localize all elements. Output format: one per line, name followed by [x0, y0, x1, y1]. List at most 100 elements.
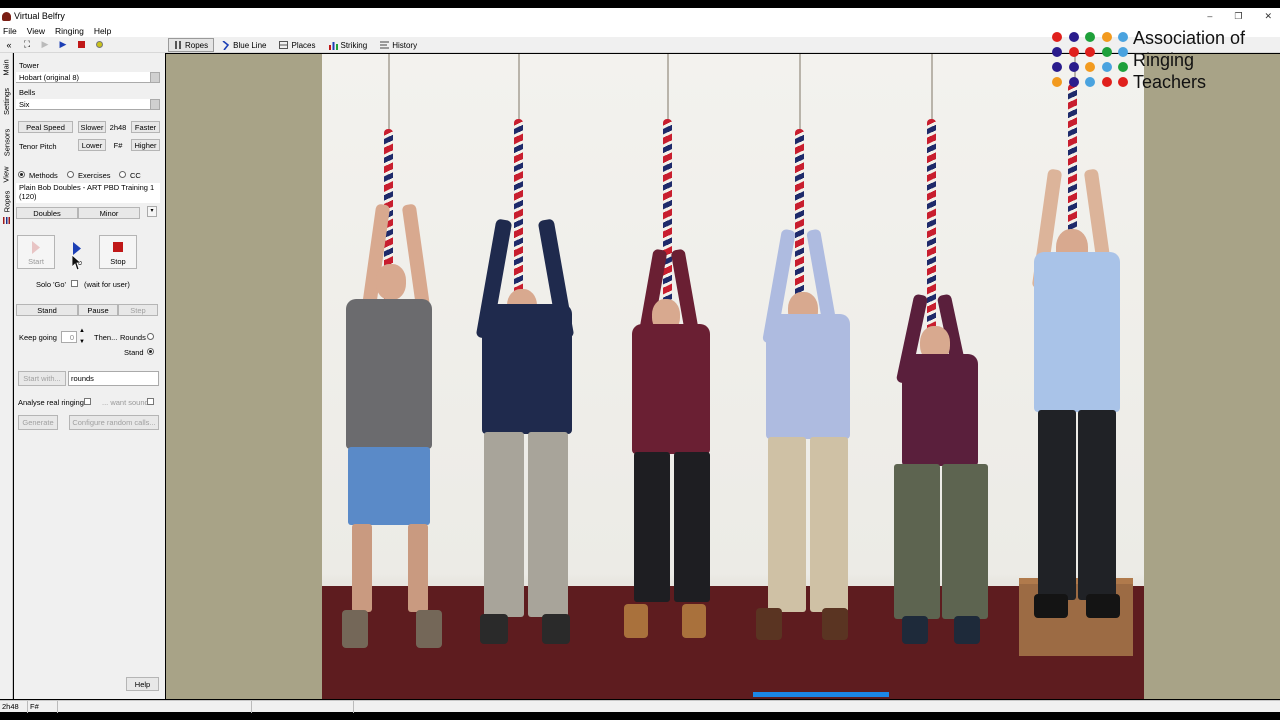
- minimize-icon[interactable]: –: [1207, 11, 1212, 21]
- solo-go-label: Solo 'Go': [36, 280, 66, 289]
- tab-ropes[interactable]: Ropes: [168, 38, 215, 52]
- minor-button[interactable]: Minor: [78, 207, 140, 219]
- help-button[interactable]: Help: [126, 677, 159, 691]
- then-stand-radio[interactable]: [147, 348, 154, 355]
- higher-button[interactable]: Higher: [131, 139, 160, 151]
- step-button: Step: [118, 304, 158, 316]
- keep-going-label: Keep going: [19, 333, 57, 342]
- analyse-label: Analyse real ringing: [18, 398, 84, 407]
- status-pitch: F#: [28, 700, 58, 713]
- pitch-value: F#: [113, 140, 123, 150]
- faster-button[interactable]: Faster: [131, 121, 160, 133]
- logo-dot: [1052, 62, 1062, 72]
- side-tab-main[interactable]: Main: [0, 55, 13, 79]
- tenor-pitch-label: Tenor Pitch: [19, 142, 57, 151]
- app-bell-icon: [2, 11, 11, 21]
- side-tab-ropes[interactable]: Ropes: [0, 187, 13, 215]
- history-icon: [380, 41, 390, 49]
- record-icon[interactable]: [90, 38, 108, 52]
- slower-button[interactable]: Slower: [78, 121, 106, 133]
- blue-line-icon: [222, 40, 230, 50]
- logo-line-2: Ringing: [1133, 50, 1195, 70]
- status-cell: [58, 700, 252, 713]
- tower-label: Tower: [19, 61, 40, 70]
- side-tabs: Main Settings Sensors View Ropes: [0, 53, 13, 699]
- tab-blue-line[interactable]: Blue Line: [217, 38, 271, 52]
- want-sound-label: ... want sound: [102, 398, 149, 407]
- menu-view[interactable]: View: [24, 26, 48, 36]
- fullscreen-icon[interactable]: ⛶: [18, 38, 36, 52]
- close-icon[interactable]: ✕: [1264, 11, 1272, 22]
- control-panel: Tower Hobart (original 8) Bells Six Peal…: [14, 53, 165, 699]
- peal-speed-button[interactable]: Peal Speed: [18, 121, 73, 133]
- start-button[interactable]: Start: [17, 235, 55, 269]
- logo-dot: [1101, 77, 1112, 87]
- striking-icon: [328, 41, 338, 50]
- logo-dot: [1068, 62, 1079, 72]
- doubles-button[interactable]: Doubles: [16, 207, 78, 219]
- tab-label: Places: [291, 40, 316, 50]
- analyse-checkbox[interactable]: [84, 398, 91, 405]
- pause-button[interactable]: Pause: [78, 304, 118, 316]
- tab-history[interactable]: History: [375, 38, 422, 52]
- start-label: Start: [28, 257, 44, 266]
- method-list[interactable]: Plain Bob Doubles - ART PBD Training 1 (…: [16, 183, 160, 203]
- menu-help[interactable]: Help: [91, 26, 114, 36]
- solo-go-checkbox[interactable]: [71, 280, 78, 287]
- stage-dropdown-icon[interactable]: ▾: [147, 206, 157, 217]
- logo-line-1: Association of: [1133, 28, 1246, 48]
- stepper-up-icon[interactable]: ▲: [77, 326, 87, 337]
- generate-button: Generate: [18, 415, 58, 430]
- stepper-down-icon[interactable]: ▼: [77, 337, 87, 348]
- logo-dot: [1085, 77, 1095, 87]
- method-line-2: (120): [19, 192, 37, 201]
- collapse-panel-icon[interactable]: «: [0, 38, 18, 52]
- play-icon[interactable]: ▶: [54, 38, 72, 52]
- restore-icon[interactable]: ❐: [1234, 11, 1242, 22]
- tab-label: Ropes: [185, 40, 209, 50]
- logo-dot: [1052, 77, 1062, 87]
- tower-select[interactable]: Hobart (original 8): [16, 72, 150, 83]
- configure-random-calls-button: Configure random calls...: [69, 415, 159, 430]
- logo-line-3: Teachers: [1133, 72, 1207, 92]
- art-logo: Association of Ringing Teachers: [1050, 28, 1270, 92]
- stop-square-icon: [113, 242, 123, 252]
- stop-icon[interactable]: [72, 38, 90, 52]
- side-tab-sensors[interactable]: Sensors: [0, 123, 13, 161]
- tower-dropdown-icon[interactable]: [150, 72, 160, 83]
- lower-button[interactable]: Lower: [78, 139, 106, 151]
- wait-for-user-label: (wait for user): [84, 280, 130, 289]
- logo-dot: [1085, 62, 1095, 72]
- exercises-radio[interactable]: [67, 171, 74, 178]
- stand-button[interactable]: Stand: [16, 304, 78, 316]
- side-tab-view[interactable]: View: [0, 163, 13, 185]
- ropes-small-icon: [3, 217, 10, 224]
- then-stand-label: Stand: [124, 348, 144, 357]
- logo-dot: [1118, 62, 1128, 72]
- menu-ringing[interactable]: Ringing: [52, 26, 87, 36]
- rounds-label: Rounds: [120, 333, 146, 342]
- logo-dot: [1101, 32, 1112, 42]
- cc-radio[interactable]: [119, 171, 126, 178]
- menu-file[interactable]: File: [0, 26, 20, 36]
- window-controls: – ❐ ✕: [1207, 8, 1272, 24]
- bells-select[interactable]: Six: [16, 99, 150, 110]
- then-rounds-radio[interactable]: [147, 333, 154, 340]
- cc-label: CC: [130, 171, 141, 180]
- bells-dropdown-icon[interactable]: [150, 99, 160, 110]
- logo-dot: [1085, 32, 1095, 42]
- side-tab-settings[interactable]: Settings: [0, 81, 13, 121]
- playback-progress-bar[interactable]: [753, 692, 889, 697]
- methods-radio[interactable]: [18, 171, 25, 178]
- tab-striking[interactable]: Striking: [324, 38, 373, 52]
- ropes-icon: [175, 41, 181, 49]
- status-cell: [252, 700, 354, 713]
- ringers-video[interactable]: [322, 54, 1144, 699]
- stop-button[interactable]: Stop: [99, 235, 137, 269]
- play-disabled-icon: ▶: [41, 39, 49, 49]
- keep-going-input[interactable]: 0: [61, 331, 77, 343]
- tab-places[interactable]: Places: [274, 38, 320, 52]
- start-with-input[interactable]: rounds: [68, 371, 159, 386]
- tab-label: History: [392, 40, 418, 50]
- keep-going-stepper[interactable]: ▲ ▼: [77, 326, 87, 348]
